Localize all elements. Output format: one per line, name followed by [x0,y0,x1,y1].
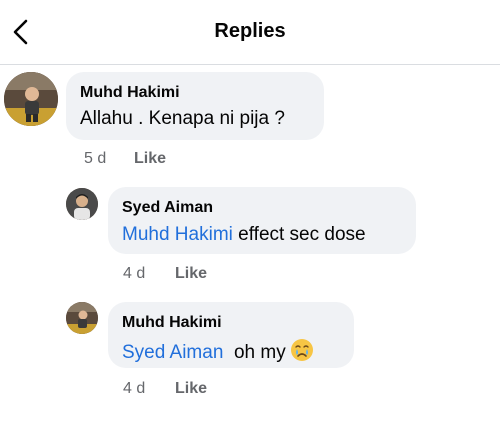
page-title: Replies [214,20,286,42]
avatar[interactable] [4,72,58,126]
crying-face-emoji-icon [290,338,314,368]
comment-text: Allahu . Kenapa ni pija ? [80,108,285,129]
mention-link[interactable]: Muhd Hakimi [122,224,233,245]
like-button[interactable]: Like [134,150,166,168]
comment-text-body: oh my [233,342,286,363]
comment-text: Syed Aiman oh my [122,338,314,368]
like-button[interactable]: Like [175,265,207,283]
comment-author[interactable]: Muhd Hakimi [80,84,180,102]
avatar-photo [66,302,98,334]
avatar-photo [66,188,98,220]
avatar-photo [4,72,58,126]
app-header: Replies [0,0,500,65]
mention-link[interactable]: Syed Aiman [122,342,223,363]
avatar[interactable] [66,188,98,220]
avatar[interactable] [66,302,98,334]
like-button[interactable]: Like [175,380,207,398]
comment-text: Muhd Hakimi effect sec dose [122,224,366,246]
comment-time: 4 d [123,265,146,282]
comment-author[interactable]: Muhd Hakimi [122,314,222,332]
comment-time: 4 d [123,380,146,397]
comment-time: 5 d [84,150,107,167]
comment-text-body: effect sec dose [238,224,366,245]
comment-author[interactable]: Syed Aiman [122,199,213,217]
